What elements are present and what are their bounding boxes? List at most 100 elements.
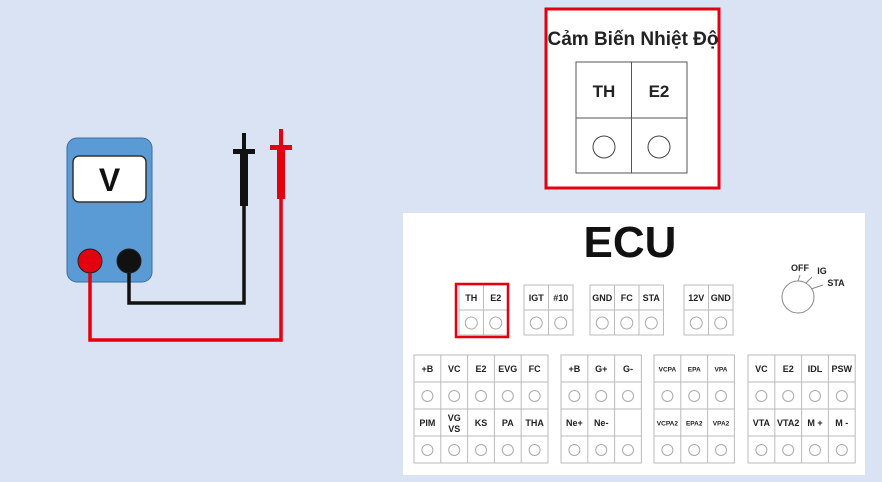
bottom-pin-e2[interactable] bbox=[782, 390, 795, 402]
ecu-panel: ECU OFF IG STA TH E2 IGT #10 GND FC STA 12V GND … bbox=[403, 213, 865, 475]
bottom-pin-epa[interactable] bbox=[688, 390, 701, 402]
bottom-pin-label-ks: KS bbox=[475, 418, 488, 428]
bottom-pin-label-evg: EVG bbox=[498, 364, 517, 374]
bottom-pin-label-vpa2: VPA2 bbox=[713, 420, 730, 427]
bottom-pin-label-vta2: VTA2 bbox=[777, 418, 799, 428]
bottom-connector-group: VCPA EPA VPA VCPA2 EPA2 VPA2 bbox=[653, 354, 735, 464]
bottom-pin-label-vg-vs-line1: VG bbox=[448, 413, 461, 423]
bottom-connector-group: +B G+ G- Ne+ Ne- bbox=[560, 354, 642, 464]
bottom-pin-vta[interactable] bbox=[755, 444, 768, 456]
top-pin-igt[interactable] bbox=[529, 316, 543, 330]
bottom-pin-gplus[interactable] bbox=[595, 390, 608, 402]
top-pin-label-gnd: GND bbox=[711, 293, 732, 303]
top-pin-label-12v: 12V bbox=[688, 293, 704, 303]
sensor-pin-label-th: TH bbox=[593, 82, 616, 101]
top-pin-fc[interactable] bbox=[620, 316, 634, 330]
bottom-pin-ks[interactable] bbox=[475, 444, 487, 456]
bottom-pin-plusb[interactable] bbox=[421, 390, 434, 402]
temperature-sensor: Cảm Biến Nhiệt Độ TH E2 bbox=[544, 7, 721, 190]
bottom-pin-tha[interactable] bbox=[528, 444, 541, 456]
bottom-pin-label-neplus: Ne+ bbox=[566, 418, 583, 428]
bottom-pin-vpa[interactable] bbox=[715, 390, 727, 402]
bottom-pin-blank[interactable] bbox=[622, 444, 634, 456]
bottom-pin-vc[interactable] bbox=[755, 390, 768, 402]
top-pin-gnd[interactable] bbox=[595, 316, 609, 330]
top-pin-gnd[interactable] bbox=[714, 316, 728, 330]
bottom-pin-epa2[interactable] bbox=[688, 444, 701, 456]
bottom-pin-label-plusb: +B bbox=[569, 364, 581, 374]
ignition-sta-label: STA bbox=[827, 278, 845, 288]
top-pin-label-th: TH bbox=[465, 293, 477, 303]
bottom-pin-vcpa2[interactable] bbox=[661, 444, 674, 456]
black-probe[interactable] bbox=[233, 133, 255, 206]
top-pin-label-sta: STA bbox=[643, 293, 661, 303]
bottom-pin-label-vcpa2: VCPA2 bbox=[657, 420, 679, 427]
ecu-bottom-connectors: +B VC E2 EVG FCPIMVGVSKS PA THA+B G+ G-Ne+ Ne-VCP… bbox=[413, 354, 856, 464]
bottom-pin-label-m-plus: M + bbox=[807, 418, 822, 428]
bottom-pin-label-vcpa: VCPA bbox=[659, 366, 677, 373]
bottom-pin-label-vc: VC bbox=[755, 364, 768, 374]
bottom-pin-fc[interactable] bbox=[528, 390, 541, 402]
bottom-pin-label-e2: E2 bbox=[783, 364, 794, 374]
multimeter: V bbox=[66, 137, 153, 283]
bottom-pin-label-vpa: VPA bbox=[715, 366, 728, 373]
bottom-pin-label-gminus: G- bbox=[623, 364, 633, 374]
bottom-pin-label-vc: VC bbox=[448, 364, 461, 374]
ignition-ig-label: IG bbox=[817, 266, 827, 276]
sensor-pin-e2[interactable] bbox=[647, 135, 671, 159]
bottom-pin-vg-vs[interactable] bbox=[448, 444, 461, 456]
bottom-pin-pim[interactable] bbox=[421, 444, 434, 456]
bottom-pin-label-neminus: Ne- bbox=[594, 418, 609, 428]
top-connector-group: GND FC STA bbox=[589, 284, 664, 336]
bottom-pin-label-m-minus: M - bbox=[835, 418, 848, 428]
bottom-pin-m-minus[interactable] bbox=[835, 444, 848, 456]
bottom-pin-label-pa: PA bbox=[502, 418, 514, 428]
top-connector-group: TH E2 bbox=[458, 284, 509, 336]
ignition-off-label: OFF bbox=[791, 263, 809, 273]
bottom-pin-label-gplus: G+ bbox=[595, 364, 607, 374]
bottom-pin-vc[interactable] bbox=[448, 390, 461, 402]
bottom-pin-m-plus[interactable] bbox=[809, 444, 821, 456]
bottom-pin-vcpa[interactable] bbox=[661, 390, 674, 402]
bottom-pin-vta2[interactable] bbox=[782, 444, 795, 456]
top-connector-group: IGT #10 bbox=[523, 284, 574, 336]
red-probe[interactable] bbox=[270, 129, 292, 199]
top-pin-hash10[interactable] bbox=[554, 316, 568, 330]
bottom-connector-group: +B VC E2 EVG FC PIM VGVS KS PA THA bbox=[413, 354, 549, 464]
bottom-pin-idl[interactable] bbox=[809, 390, 821, 402]
sensor-pin-th[interactable] bbox=[592, 135, 616, 159]
bottom-pin-pa[interactable] bbox=[501, 444, 514, 456]
bottom-connector-group: VC E2 IDL PSW VTA VTA2 M + M - bbox=[747, 354, 856, 464]
bottom-pin-label-epa2: EPA2 bbox=[686, 420, 703, 427]
bottom-pin-label-plusb: +B bbox=[422, 364, 434, 374]
ecu-title: ECU bbox=[584, 218, 677, 267]
sensor-pin-label-e2: E2 bbox=[649, 82, 670, 101]
bottom-pin-evg[interactable] bbox=[501, 390, 514, 402]
bottom-pin-psw[interactable] bbox=[835, 390, 848, 402]
bottom-pin-label-fc: FC bbox=[529, 364, 541, 374]
top-pin-label-gnd: GND bbox=[592, 293, 613, 303]
red-jack[interactable] bbox=[77, 248, 103, 274]
bottom-pin-label-e2: E2 bbox=[475, 364, 486, 374]
top-pin-sta[interactable] bbox=[644, 316, 658, 330]
bottom-pin-plusb[interactable] bbox=[568, 390, 581, 402]
bottom-pin-label-pim: PIM bbox=[419, 418, 435, 428]
top-pin-label-igt: IGT bbox=[529, 293, 545, 303]
bottom-pin-gminus[interactable] bbox=[622, 390, 634, 402]
top-pin-label-hash10: #10 bbox=[553, 293, 568, 303]
top-pin-label-e2: E2 bbox=[490, 293, 501, 303]
ignition-knob[interactable] bbox=[781, 280, 815, 314]
top-pin-12v[interactable] bbox=[689, 316, 703, 330]
bottom-pin-label-tha: THA bbox=[525, 418, 544, 428]
bottom-pin-neminus[interactable] bbox=[595, 444, 608, 456]
bottom-pin-e2[interactable] bbox=[475, 390, 487, 402]
top-pin-th[interactable] bbox=[464, 316, 478, 330]
bottom-pin-label-epa: EPA bbox=[688, 366, 701, 373]
black-jack[interactable] bbox=[116, 248, 142, 274]
bottom-pin-neplus[interactable] bbox=[568, 444, 581, 456]
bottom-pin-vpa2[interactable] bbox=[715, 444, 727, 456]
multimeter-display-label: V bbox=[99, 162, 121, 198]
top-pin-label-fc: FC bbox=[621, 293, 633, 303]
top-pin-e2[interactable] bbox=[489, 316, 503, 330]
bottom-pin-label-vta: VTA bbox=[753, 418, 771, 428]
